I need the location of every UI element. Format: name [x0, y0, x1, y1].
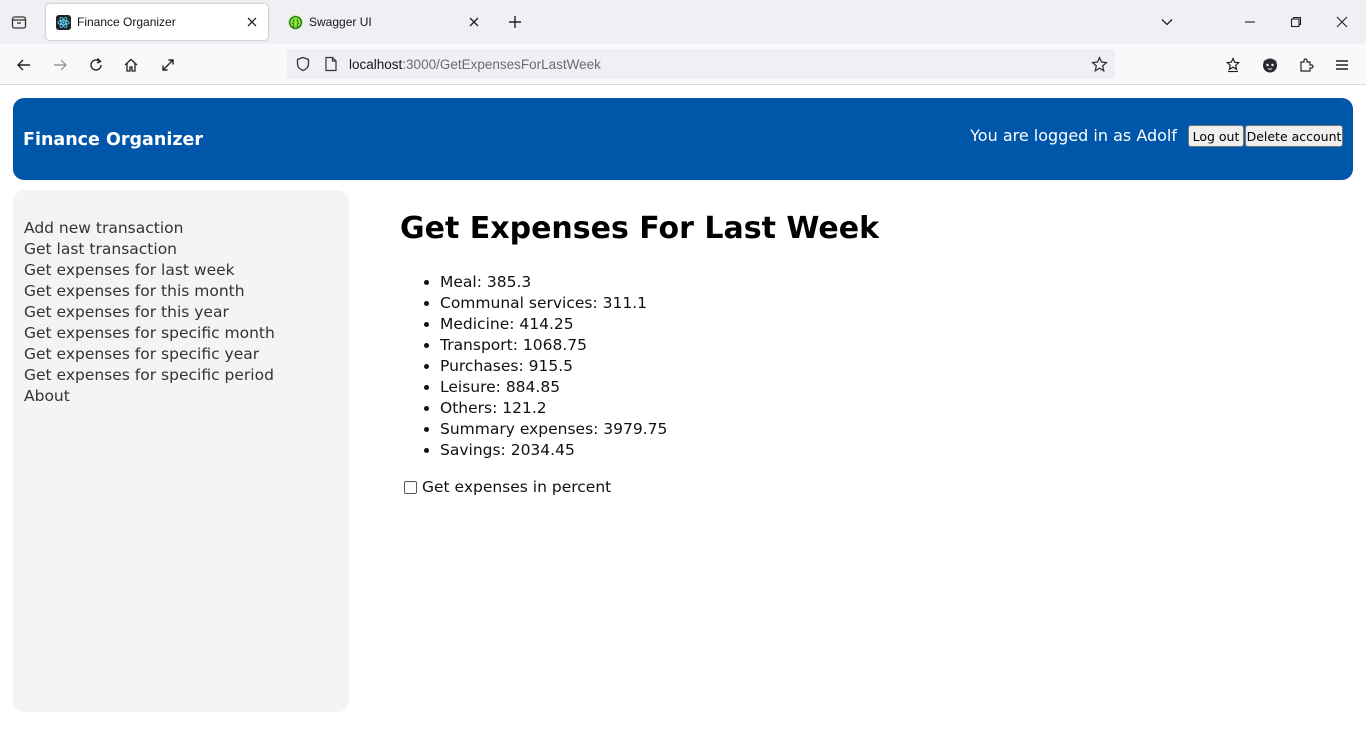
new-tab-icon[interactable]	[504, 11, 526, 33]
chevron-down-icon[interactable]	[1156, 11, 1178, 33]
react-icon	[56, 15, 71, 30]
app-title: Finance Organizer	[23, 130, 203, 150]
expense-item-communal-services: Communal services: 311.1	[440, 293, 667, 314]
profile-avatar-icon[interactable]	[1258, 53, 1282, 77]
sidebar-item-expenses-specific-month[interactable]: Get expenses for specific month	[24, 323, 349, 344]
expense-item-transport: Transport: 1068.75	[440, 335, 667, 356]
expense-item-savings: Savings: 2034.45	[440, 440, 667, 461]
back-arrow-icon[interactable]	[12, 53, 36, 77]
expense-item-medicine: Medicine: 414.25	[440, 314, 667, 335]
fullscreen-icon[interactable]	[156, 53, 180, 77]
percent-checkbox-row[interactable]: Get expenses in percent	[404, 478, 611, 496]
swagger-icon: {}	[288, 15, 303, 30]
expense-list: Meal: 385.3 Communal services: 311.1 Med…	[440, 272, 667, 461]
restore-icon[interactable]	[1285, 11, 1307, 33]
sidebar-item-get-last-transaction[interactable]: Get last transaction	[24, 239, 349, 260]
minimize-icon[interactable]	[1239, 11, 1261, 33]
url-path: :3000/GetExpensesForLastWeek	[402, 57, 601, 72]
expense-item-leisure: Leisure: 884.85	[440, 377, 667, 398]
page-title: Get Expenses For Last Week	[400, 211, 880, 246]
delete-account-button[interactable]: Delete account	[1245, 125, 1343, 147]
forward-arrow-icon[interactable]	[48, 53, 72, 77]
page-icon[interactable]	[323, 56, 339, 72]
menu-hamburger-icon[interactable]	[1330, 53, 1354, 77]
close-window-icon[interactable]	[1331, 11, 1353, 33]
sidebar-item-expenses-specific-period[interactable]: Get expenses for specific period	[24, 365, 349, 386]
browser-nav-bar: localhost:3000/GetExpensesForLastWeek	[0, 44, 1366, 85]
browser-tab-strip: Finance Organizer {} Swagger UI	[0, 0, 1366, 44]
reload-icon[interactable]	[84, 53, 108, 77]
extensions-icon[interactable]	[1294, 53, 1318, 77]
expense-item-meal: Meal: 385.3	[440, 272, 667, 293]
sidebar-item-add-new-transaction[interactable]: Add new transaction	[24, 218, 349, 239]
close-tab-icon[interactable]	[466, 14, 482, 30]
home-icon[interactable]	[119, 53, 143, 77]
browser-tab-swagger-ui[interactable]: {} Swagger UI	[278, 4, 490, 40]
sidebar-nav: Add new transaction Get last transaction…	[13, 190, 349, 712]
sidebar-item-expenses-specific-year[interactable]: Get expenses for specific year	[24, 344, 349, 365]
app-header: Finance Organizer You are logged in as A…	[13, 98, 1353, 180]
sidebar-item-about[interactable]: About	[24, 386, 349, 407]
logout-button[interactable]: Log out	[1188, 125, 1244, 147]
sidebar-item-expenses-last-week[interactable]: Get expenses for last week	[24, 260, 349, 281]
bookmark-star-icon[interactable]	[1090, 55, 1108, 73]
expense-item-purchases: Purchases: 915.5	[440, 356, 667, 377]
svg-text:{}: {}	[291, 18, 300, 27]
sidebar-item-expenses-this-year[interactable]: Get expenses for this year	[24, 302, 349, 323]
logged-in-text: You are logged in as Adolf	[970, 126, 1177, 145]
url-text[interactable]: localhost:3000/GetExpensesForLastWeek	[349, 57, 601, 72]
percent-checkbox-label[interactable]: Get expenses in percent	[422, 478, 611, 496]
close-tab-icon[interactable]	[244, 14, 260, 30]
sidebar-item-expenses-this-month[interactable]: Get expenses for this month	[24, 281, 349, 302]
tab-list-icon[interactable]	[8, 11, 30, 33]
url-host: localhost	[349, 57, 403, 72]
shield-icon[interactable]	[295, 56, 311, 72]
percent-checkbox[interactable]	[404, 480, 417, 494]
browser-tab-finance-organizer[interactable]: Finance Organizer	[46, 4, 268, 40]
tab-title: Finance Organizer	[77, 15, 176, 29]
expense-item-summary: Summary expenses: 3979.75	[440, 419, 667, 440]
saved-pages-icon[interactable]	[1221, 53, 1245, 77]
tab-title: Swagger UI	[309, 15, 372, 29]
address-bar[interactable]: localhost:3000/GetExpensesForLastWeek	[287, 49, 1115, 79]
expense-item-others: Others: 121.2	[440, 398, 667, 419]
